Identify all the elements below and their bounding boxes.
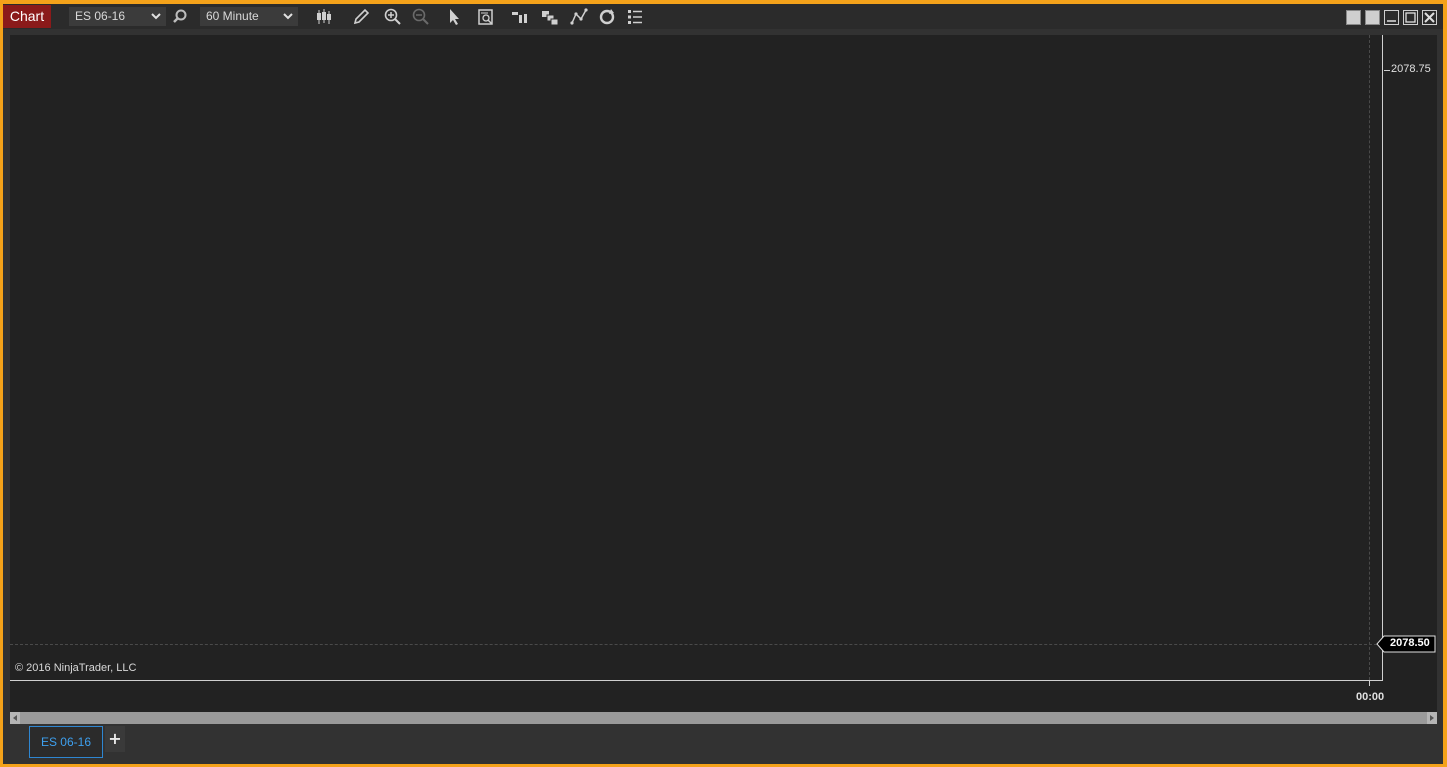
close-button[interactable] xyxy=(1422,10,1437,25)
vertical-gridline xyxy=(1369,35,1370,680)
pointer-icon[interactable] xyxy=(444,7,464,27)
horizontal-scrollbar[interactable] xyxy=(10,712,1437,724)
last-price-value: 2078.50 xyxy=(1390,637,1430,649)
x-axis-label: 00:00 xyxy=(1356,691,1385,703)
add-tab-button[interactable]: + xyxy=(105,726,125,752)
tab-es-06-16[interactable]: ES 06-16 xyxy=(29,726,103,758)
copyright-notice: © 2016 NinjaTrader, LLC xyxy=(15,662,137,674)
bar-type-icon[interactable] xyxy=(314,7,334,27)
strategies-icon[interactable] xyxy=(569,7,589,27)
chart-trader-icon[interactable] xyxy=(510,7,530,27)
horizontal-gridline xyxy=(10,644,1382,645)
y-axis-label: 2078.75 xyxy=(1391,63,1431,75)
tab-bar: ES 06-16 + xyxy=(3,724,1443,764)
maximize-button[interactable] xyxy=(1403,10,1418,25)
chevron-down-icon xyxy=(282,7,294,26)
scroll-right-icon[interactable] xyxy=(1427,712,1437,724)
data-box-icon[interactable] xyxy=(476,7,496,27)
chevron-down-icon xyxy=(150,7,162,26)
reload-icon[interactable] xyxy=(597,7,617,27)
title-bar[interactable]: Chart ES 06-16 60 Minute xyxy=(3,4,1443,29)
plot-area[interactable] xyxy=(10,35,1383,681)
interval-value: 60 Minute xyxy=(206,9,259,23)
y-axis-tick xyxy=(1384,70,1390,71)
properties-icon[interactable] xyxy=(625,7,645,27)
minimize-button[interactable] xyxy=(1384,10,1399,25)
zoom-in-icon[interactable] xyxy=(383,7,403,27)
instrument-selector[interactable]: ES 06-16 xyxy=(69,7,166,26)
last-price-marker: 2078.50 xyxy=(1376,635,1436,653)
chart-panel[interactable]: © 2016 NinjaTrader, LLC 2078.75 2078.50 … xyxy=(10,35,1437,712)
link-icon[interactable] xyxy=(1365,10,1380,25)
search-icon[interactable] xyxy=(170,7,190,27)
scroll-left-icon[interactable] xyxy=(10,712,20,724)
interval-selector[interactable]: 60 Minute xyxy=(200,7,298,26)
instrument-value: ES 06-16 xyxy=(75,9,126,23)
zoom-out-icon[interactable] xyxy=(411,7,431,27)
chart-window: Chart ES 06-16 60 Minute © 2016 NinjaTra… xyxy=(3,4,1443,764)
window-title: Chart xyxy=(3,5,51,28)
x-axis-tick xyxy=(1369,681,1370,686)
tile-icon[interactable] xyxy=(1346,10,1361,25)
drawing-tool-icon[interactable] xyxy=(351,7,371,27)
templates-icon[interactable] xyxy=(540,7,560,27)
